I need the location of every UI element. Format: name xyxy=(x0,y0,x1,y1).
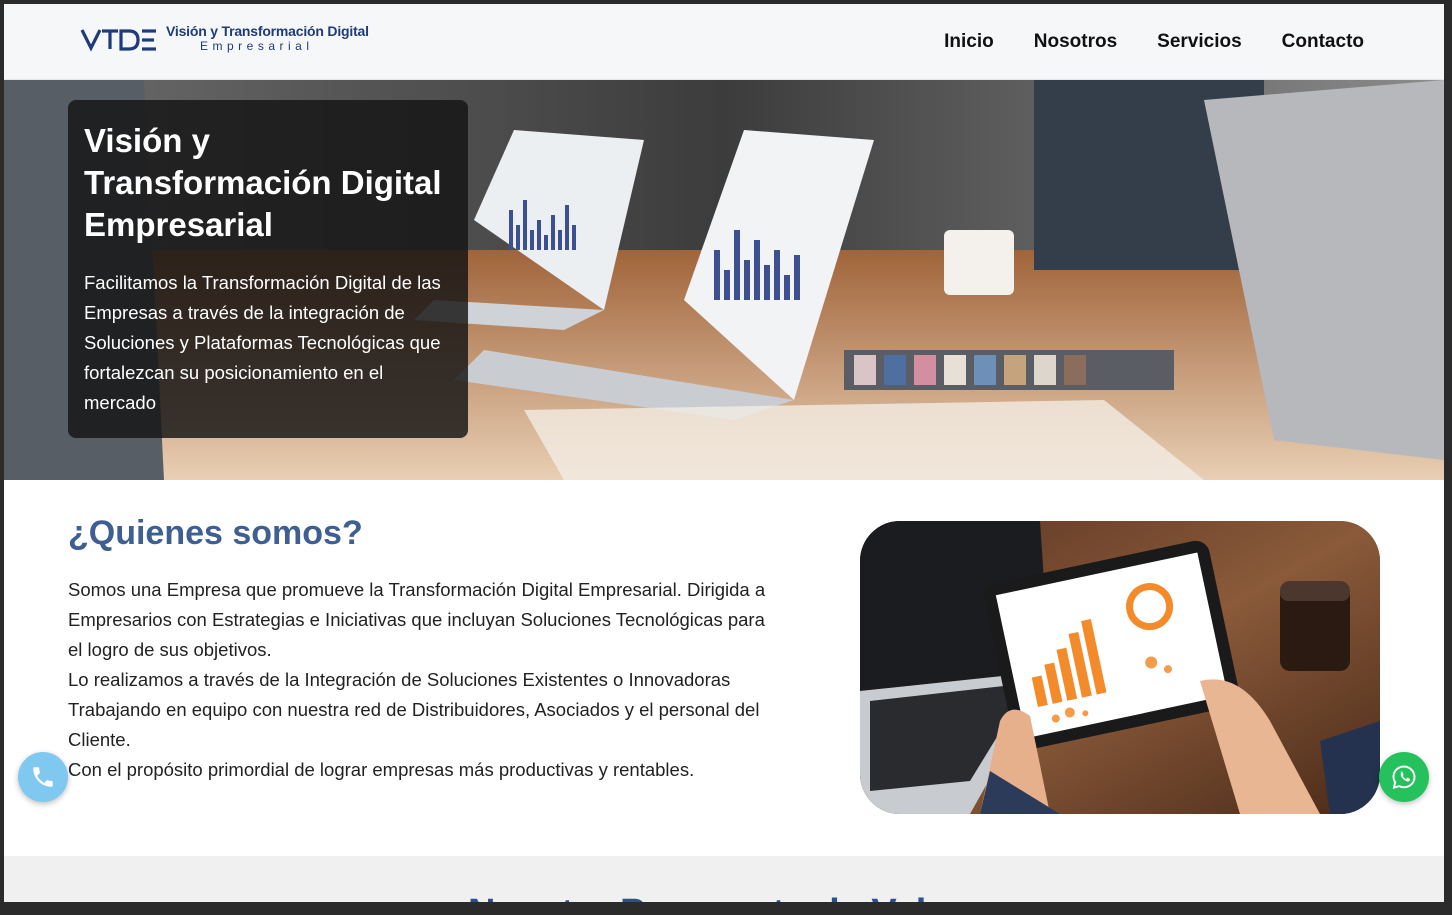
whatsapp-button[interactable] xyxy=(1379,752,1429,802)
hero-card: Visión y Transformación Digital Empresar… xyxy=(68,100,468,438)
hero-banner: Visión y Transformación Digital Empresar… xyxy=(4,80,1444,480)
about-paragraph-2: Lo realizamos a través de la Integración… xyxy=(68,669,760,750)
logo[interactable]: Visión y Transformación Digital Empresar… xyxy=(80,22,369,54)
logo-subtitle: Empresarial xyxy=(200,39,314,53)
nav-contacto[interactable]: Contacto xyxy=(1282,31,1364,53)
value-section-title: Nuestra Propuesta de Valor xyxy=(468,892,964,902)
about-tablet-image xyxy=(860,521,1380,814)
browser-viewport: Visión y Transformación Digital Empresar… xyxy=(4,4,1444,902)
call-button[interactable] xyxy=(18,752,68,802)
whatsapp-icon xyxy=(1392,765,1416,789)
site-header: Visión y Transformación Digital Empresar… xyxy=(4,4,1444,80)
logo-title: Visión y Transformación Digital xyxy=(166,23,369,39)
about-paragraph-3: Con el propósito primordial de lograr em… xyxy=(68,759,695,780)
nav-nosotros[interactable]: Nosotros xyxy=(1034,31,1117,53)
nav-servicios[interactable]: Servicios xyxy=(1157,31,1242,53)
logo-mark-icon xyxy=(80,22,160,54)
about-paragraph-1: Somos una Empresa que promueve la Transf… xyxy=(68,579,766,660)
about-title: ¿Quienes somos? xyxy=(68,514,363,552)
hero-text: Facilitamos la Transformación Digital de… xyxy=(84,272,441,413)
main-nav: Inicio Nosotros Servicios Contacto xyxy=(944,4,1364,80)
phone-icon xyxy=(33,767,53,787)
value-section: Nuestra Propuesta de Valor xyxy=(4,856,1444,902)
about-text: Somos una Empresa que promueve la Transf… xyxy=(68,575,768,785)
nav-inicio[interactable]: Inicio xyxy=(944,31,994,53)
hero-title: Visión y Transformación Digital Empresar… xyxy=(84,122,442,243)
